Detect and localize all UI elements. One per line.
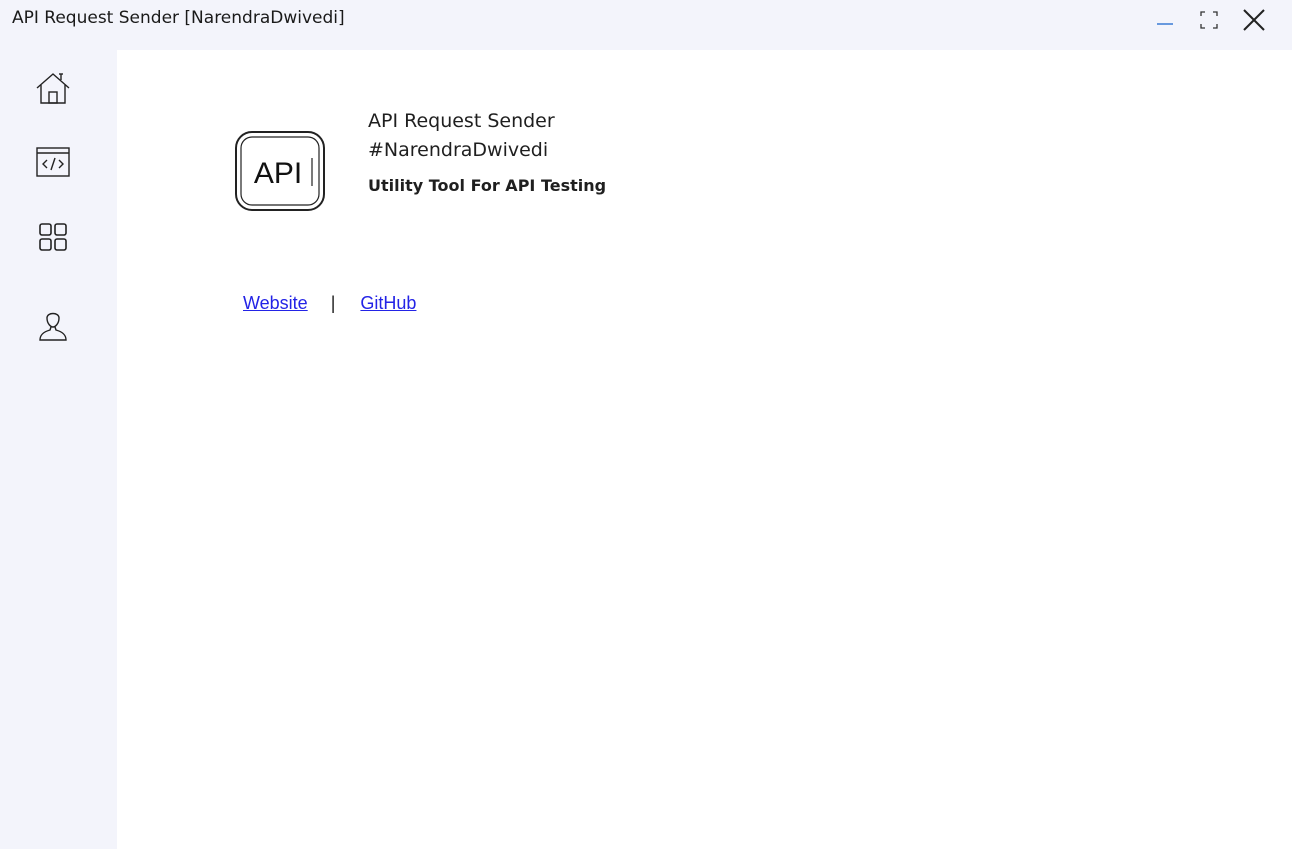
maximize-icon xyxy=(1200,11,1218,29)
author-tag: #NarendraDwivedi xyxy=(368,139,549,161)
code-icon xyxy=(36,147,70,177)
logo-text: API xyxy=(254,157,302,190)
website-link[interactable]: Website xyxy=(243,293,308,313)
sidebar-item-profile[interactable] xyxy=(31,304,75,344)
minimize-icon xyxy=(1157,23,1173,25)
about-panel: API API Request Sender #NarendraDwivedi … xyxy=(117,50,1292,849)
github-link[interactable]: GitHub xyxy=(360,293,416,313)
links-row: Website | GitHub xyxy=(243,293,416,314)
home-icon xyxy=(36,73,70,104)
link-separator: | xyxy=(330,293,336,313)
close-button[interactable] xyxy=(1236,4,1272,36)
title-bar[interactable]: API Request Sender [NarendraDwivedi] xyxy=(0,0,1292,50)
app-tagline: Utility Tool For API Testing xyxy=(368,176,607,195)
app-window: API Request Sender [NarendraDwivedi] API… xyxy=(0,0,1292,849)
sidebar-item-home[interactable] xyxy=(31,68,75,108)
api-logo: API xyxy=(234,130,326,217)
sidebar-item-apps[interactable] xyxy=(31,217,75,257)
app-name: API Request Sender xyxy=(368,110,555,132)
user-icon xyxy=(39,312,67,341)
sidebar-item-code[interactable] xyxy=(31,142,75,182)
close-icon xyxy=(1243,9,1265,31)
maximize-button[interactable] xyxy=(1191,4,1227,36)
window-title: API Request Sender [NarendraDwivedi] xyxy=(12,8,345,28)
minimize-button[interactable] xyxy=(1147,4,1183,36)
sidebar xyxy=(0,50,117,849)
grid-icon xyxy=(39,223,67,251)
